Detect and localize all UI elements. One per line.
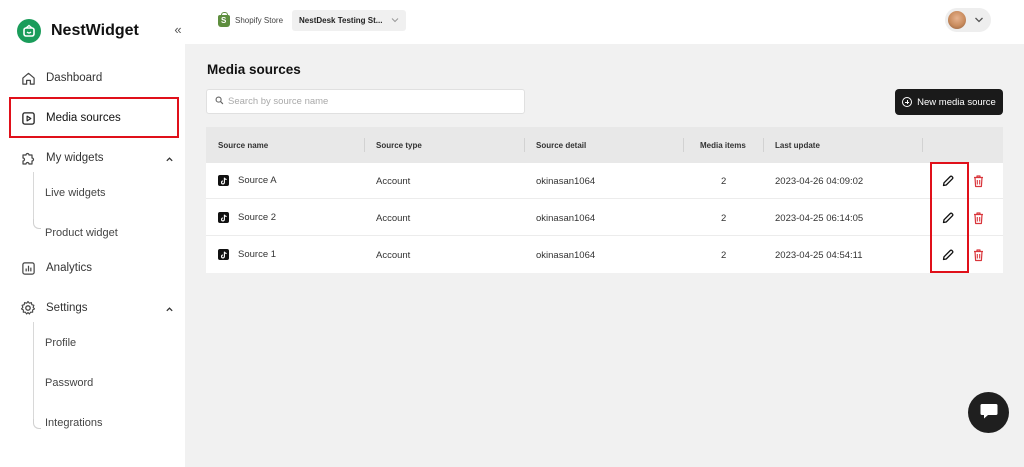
trash-icon[interactable] [972, 248, 986, 262]
column-divider [683, 138, 684, 152]
gear-icon [20, 300, 36, 316]
sidebar-subitem-live-widgets[interactable]: Live widgets [45, 187, 106, 199]
edit-actions-highlight [930, 162, 969, 273]
column-divider [763, 138, 764, 152]
table-row[interactable]: Source 1 Account okinasan1064 2 2023-04-… [206, 237, 1003, 273]
chevron-down-icon [391, 16, 399, 25]
chat-button[interactable] [968, 392, 1009, 433]
column-divider [524, 138, 525, 152]
collapse-sidebar-button[interactable]: « [170, 22, 186, 38]
bar-chart-icon [20, 260, 36, 276]
source-name: Source 1 [238, 249, 277, 260]
top-bar: Shopify Store NestDesk Testing St... [185, 0, 1024, 44]
sidebar-item-label: Analytics [46, 262, 93, 274]
source-name: Source A [238, 175, 277, 186]
media-sources-table: Source name Source type Source detail Me… [206, 127, 1003, 273]
tree-line [33, 322, 34, 420]
new-media-source-label: New media source [917, 96, 996, 108]
logo-icon [17, 19, 41, 43]
column-header-last-update: Last update [775, 141, 820, 150]
trash-icon[interactable] [972, 174, 986, 188]
column-divider [364, 138, 365, 152]
media-items-count: 2 [721, 176, 727, 187]
source-type: Account [376, 213, 411, 224]
sidebar-subitem-product-widget[interactable]: Product widget [45, 227, 118, 239]
last-update: 2023-04-25 06:14:05 [775, 213, 864, 224]
app-logo[interactable]: NestWidget [17, 19, 139, 43]
source-detail: okinasan1064 [536, 213, 596, 224]
last-update: 2023-04-25 04:54:11 [775, 250, 863, 261]
home-icon [20, 70, 36, 86]
puzzle-icon [20, 150, 36, 166]
tree-hook [33, 419, 41, 429]
sidebar-subitem-profile[interactable]: Profile [45, 337, 76, 349]
shopify-icon [218, 11, 230, 27]
sidebar-item-label: Settings [46, 302, 88, 314]
tiktok-icon [218, 249, 229, 260]
column-header-source-name: Source name [218, 141, 269, 150]
source-type: Account [376, 176, 411, 187]
store-label: Shopify Store [235, 16, 284, 25]
trash-icon[interactable] [972, 211, 986, 225]
column-header-source-type: Source type [376, 141, 422, 150]
column-header-media-items: Media items [700, 141, 746, 150]
table-row[interactable]: Source A Account okinasan1064 2 2023-04-… [206, 163, 1003, 199]
store-select[interactable]: NestDesk Testing St... [292, 10, 407, 31]
source-detail: okinasan1064 [536, 176, 596, 187]
search-input[interactable] [228, 96, 518, 107]
table-header: Source name Source type Source detail Me… [206, 127, 1003, 163]
sidebar-item-label: My widgets [46, 152, 104, 164]
sidebar-subitem-integrations[interactable]: Integrations [45, 417, 102, 429]
sidebar-item-label: Dashboard [46, 72, 103, 84]
media-items-count: 2 [721, 213, 727, 224]
chat-bubble-icon [979, 402, 999, 423]
last-update: 2023-04-26 04:09:02 [775, 176, 864, 187]
chevron-down-icon [974, 15, 984, 25]
avatar [948, 11, 966, 29]
new-media-source-button[interactable]: New media source [895, 89, 1003, 115]
app-name: NestWidget [51, 22, 139, 39]
page-title: Media sources [207, 62, 301, 77]
search-icon [215, 96, 224, 108]
store-select-value: NestDesk Testing St... [299, 16, 383, 25]
media-sources-highlight [9, 97, 179, 138]
source-name-cell: Source A [218, 175, 277, 186]
sidebar-item-my-widgets[interactable]: My widgets [20, 148, 104, 168]
source-name-cell: Source 2 [218, 212, 276, 223]
store-switcher: Shopify Store NestDesk Testing St... [218, 10, 407, 31]
sidebar-subitem-password[interactable]: Password [45, 377, 93, 389]
tiktok-icon [218, 212, 229, 223]
source-type: Account [376, 250, 411, 261]
tree-hook [33, 219, 41, 229]
search-box[interactable] [206, 89, 525, 114]
tree-line [33, 172, 34, 220]
column-header-source-detail: Source detail [536, 141, 587, 150]
table-row[interactable]: Source 2 Account okinasan1064 2 2023-04-… [206, 200, 1003, 236]
chevron-up-icon[interactable] [163, 153, 175, 165]
sidebar-item-dashboard[interactable]: Dashboard [20, 68, 102, 88]
chevron-up-icon[interactable] [163, 303, 175, 315]
source-name-cell: Source 1 [218, 249, 276, 260]
plus-circle-icon [902, 97, 913, 107]
sidebar-item-settings[interactable]: Settings [20, 298, 88, 318]
user-menu-button[interactable] [945, 8, 991, 32]
media-items-count: 2 [721, 250, 727, 261]
sidebar-item-analytics[interactable]: Analytics [20, 258, 92, 278]
source-name: Source 2 [238, 212, 277, 223]
tiktok-icon [218, 175, 229, 186]
column-divider [922, 138, 923, 152]
source-detail: okinasan1064 [536, 250, 596, 261]
sidebar: NestWidget « Dashboard Media sources My … [0, 0, 185, 467]
